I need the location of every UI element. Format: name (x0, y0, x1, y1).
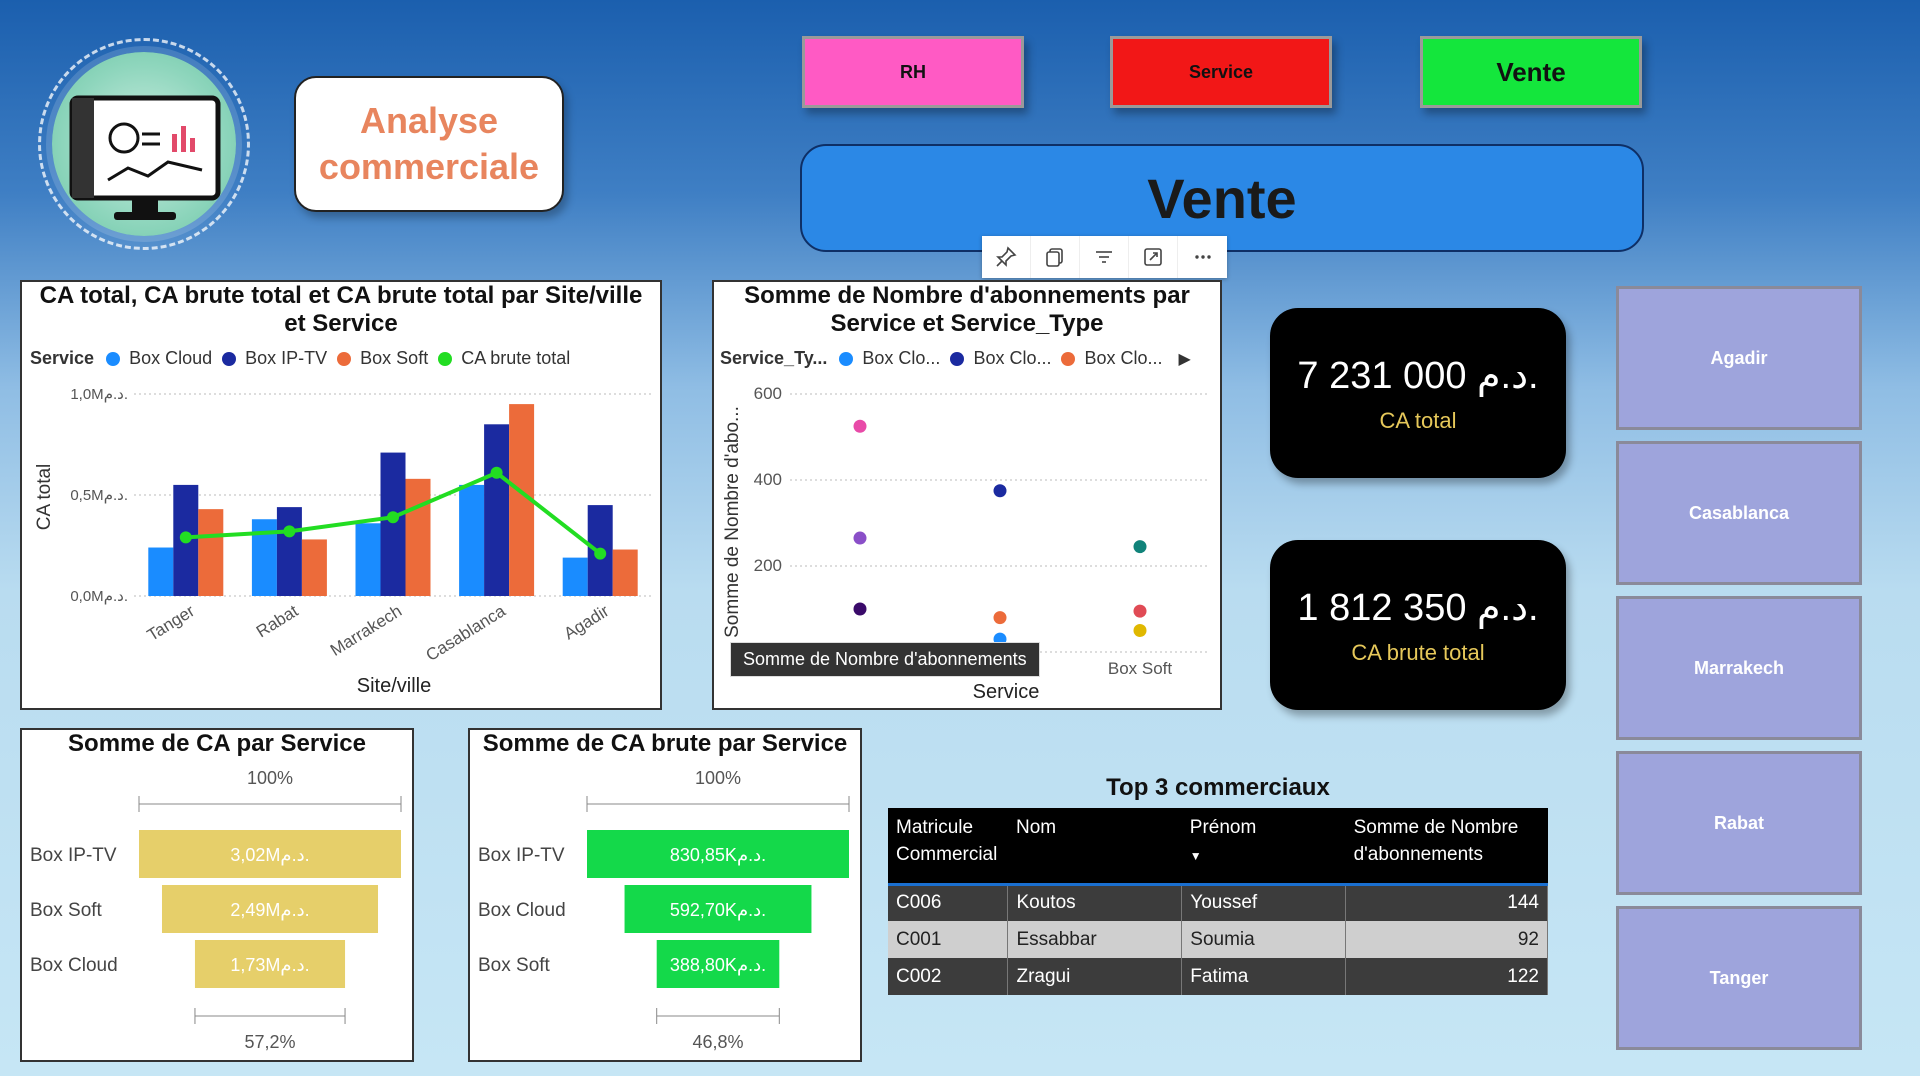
kpi-card-ca-total[interactable]: 7 231 000 د.م. CA total (1270, 308, 1566, 478)
table-row[interactable]: C006 Koutos Youssef 144 (888, 884, 1548, 921)
bar (148, 547, 174, 596)
bar (405, 478, 431, 596)
y-tick-label: 200 (754, 556, 782, 575)
funnel-brute-plot: 100% 830,85Kد.م. Box IP-TV 592,70Kد.م. Box C… (478, 768, 850, 1052)
column-header[interactable]: Somme de Nombre d'abonnements (1345, 808, 1548, 884)
y-tick-label: 600 (754, 384, 782, 403)
kpi-value: 7 231 000 د.م. (1297, 354, 1539, 397)
city-button-tanger[interactable]: Tanger (1616, 906, 1862, 1050)
bar (459, 484, 485, 596)
focus-mode-icon[interactable] (1129, 236, 1178, 278)
kpi-label: CA brute total (1351, 639, 1485, 665)
bar (355, 523, 381, 596)
x-tick-label: Agadir (561, 601, 613, 643)
funnel-value-label: 2,49Mد.م. (230, 900, 309, 920)
funnel-value-label: 830,85Kد.م. (670, 845, 766, 865)
bar (562, 557, 588, 596)
scatter-point (993, 611, 1007, 625)
line-point (387, 511, 399, 524)
column-header[interactable]: Nom (1007, 808, 1182, 884)
line-point (283, 525, 296, 538)
funnel-ca-panel[interactable]: Somme de CA par Service 100% 3,02Mد.م. Box… (20, 728, 414, 1062)
more-options-icon[interactable] (1178, 236, 1227, 278)
funnel-brute-panel[interactable]: Somme de CA brute par Service 100% 830,85… (468, 728, 862, 1062)
column-header[interactable]: Matricule Commercial (888, 808, 1008, 884)
line-point (179, 531, 192, 544)
scatter-point (993, 484, 1007, 498)
city-button-rabat[interactable]: Rabat (1616, 751, 1862, 895)
combo-chart-panel[interactable]: CA total, CA brute total et CA brute tot… (20, 280, 662, 710)
funnel-top-pct: 100% (695, 768, 741, 788)
filter-icon[interactable] (1080, 236, 1129, 278)
scatter-point (853, 531, 867, 545)
funnel-ca-plot: 100% 3,02Mد.م. Box IP-TV 2,49Mد.م. Box Soft 1… (30, 768, 402, 1052)
funnel-category-label: Box IP-TV (478, 845, 565, 866)
bar (380, 452, 406, 596)
visual-toolbar (982, 236, 1227, 278)
column-header[interactable]: Prénom ▼ (1181, 808, 1346, 884)
y-tick-label: 1,0Mد.م. (70, 386, 128, 403)
bar (198, 509, 224, 596)
x-axis-label: Site/ville (357, 675, 431, 697)
x-tick-label: Rabat (253, 601, 302, 641)
funnel-value-label: 592,70Kد.م. (670, 900, 766, 920)
nav-button-vente[interactable]: Vente (1420, 36, 1642, 108)
combo-chart-plot: 1,0Mد.م. 0,5Mد.م. 0,0Mد.م. CA total Site/vil… (34, 386, 652, 697)
x-axis-label: Service (973, 681, 1040, 703)
city-button-casablanca[interactable]: Casablanca (1616, 441, 1862, 585)
x-tick-label: Marrakech (327, 601, 405, 660)
funnel-value-label: 388,80Kد.م. (670, 955, 766, 975)
pin-icon[interactable] (982, 236, 1031, 278)
funnel-bottom-pct: 57,2% (244, 1032, 295, 1052)
scatter-point (1133, 540, 1147, 554)
table-row[interactable]: C002 Zragui Fatima 122 (888, 958, 1548, 995)
nav-button-service[interactable]: Service (1110, 36, 1332, 108)
funnel-category-label: Box Cloud (30, 955, 118, 976)
y-tick-label: 400 (754, 470, 782, 489)
scatter-point (1133, 624, 1147, 637)
logo (52, 52, 236, 236)
funnel-top-pct: 100% (247, 768, 293, 788)
kpi-value: 1 812 350 د.م. (1297, 586, 1539, 629)
funnel-category-label: Box Soft (30, 900, 103, 921)
copy-icon[interactable] (1031, 236, 1080, 278)
scatter-point (1133, 604, 1147, 618)
sort-desc-icon[interactable]: ▼ (1190, 849, 1202, 863)
y-tick-label: 0,5Mد.م. (70, 487, 128, 504)
bar (276, 507, 302, 596)
line-point (490, 466, 503, 479)
city-button-marrakech[interactable]: Marrakech (1616, 596, 1862, 740)
kpi-label: CA total (1379, 407, 1457, 433)
x-tick-label: Tanger (144, 601, 198, 645)
city-button-agadir[interactable]: Agadir (1616, 286, 1862, 430)
top3-table[interactable]: Matricule Commercial Nom Prénom ▼ Somme d… (888, 808, 1548, 995)
top3-title: Top 3 commerciaux (1106, 774, 1330, 801)
scatter-point (853, 602, 867, 616)
bar (301, 539, 327, 596)
nav-button-rh[interactable]: RH (802, 36, 1024, 108)
bar (612, 549, 638, 596)
funnel-category-label: Box Soft (478, 955, 551, 976)
y-tick-label: 0,0Mد.م. (70, 588, 128, 605)
funnel-value-label: 1,73Mد.م. (230, 955, 309, 975)
funnel-bottom-pct: 46,8% (692, 1032, 743, 1052)
x-tick-label: Casablanca (423, 601, 510, 665)
kpi-card-ca-brute-total[interactable]: 1 812 350 د.م. CA brute total (1270, 540, 1566, 710)
scatter-point (853, 419, 867, 433)
table-row[interactable]: C001 Essabbar Soumia 92 (888, 921, 1548, 958)
funnel-category-label: Box Cloud (478, 900, 566, 921)
report-title: Analyse commerciale (294, 76, 564, 212)
monitor-icon (69, 95, 221, 220)
y-axis-label: CA total (34, 464, 55, 531)
line-point (594, 547, 607, 560)
y-axis-label: Somme de Nombre d'abo... (722, 406, 743, 638)
x-tick-label: Box Soft (1108, 659, 1173, 678)
funnel-value-label: 3,02Mد.م. (230, 845, 309, 865)
chart-tooltip: Somme de Nombre d'abonnements (730, 642, 1040, 677)
bar (484, 424, 510, 596)
funnel-category-label: Box IP-TV (30, 845, 117, 866)
